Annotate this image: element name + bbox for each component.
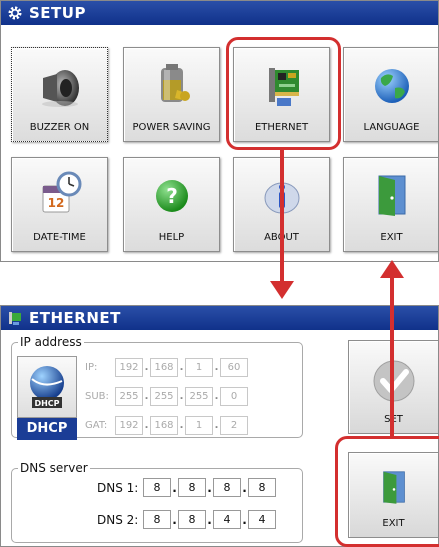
ip-label: IP: (85, 362, 98, 373)
subnet-row: SUB: 255. 255. 255. 0 (85, 387, 248, 406)
dns-group-label: DNS server (18, 461, 90, 475)
dhcp-button[interactable]: DHCP (17, 418, 77, 440)
down-arrow-shaft (280, 150, 284, 283)
buzzer-label: BUZZER ON (29, 122, 90, 133)
dhcp-icon-box: DHCP (17, 356, 77, 418)
help-button[interactable]: ? HELP (123, 157, 220, 252)
dns2-octet-4[interactable]: 4 (248, 510, 276, 529)
exit-label-setup: EXIT (380, 232, 403, 243)
setup-titlebar: SETUP (1, 1, 438, 25)
gat-label: GAT: (85, 420, 108, 431)
up-arrow-shaft (390, 277, 394, 436)
sub-octet-4[interactable]: 0 (220, 387, 248, 406)
ip-octet-2[interactable]: 168 (150, 358, 178, 377)
power-saving-label: POWER SAVING (132, 122, 211, 133)
up-arrow-head (380, 260, 404, 278)
battery-icon (160, 64, 190, 102)
language-button[interactable]: LANGUAGE (343, 47, 438, 142)
calendar-clock-icon: 12 (42, 171, 81, 213)
sub-octet-3[interactable]: 255 (185, 387, 213, 406)
sub-octet-1[interactable]: 255 (115, 387, 143, 406)
help-icon: ? (155, 180, 188, 212)
globe-icon (374, 69, 409, 103)
ip-octet-1[interactable]: 192 (115, 358, 143, 377)
dns2-octet-2[interactable]: 8 (178, 510, 206, 529)
gat-octet-3[interactable]: 1 (185, 416, 213, 435)
dns2-row: DNS 2: 8. 8. 4. 4 (97, 510, 276, 529)
dns1-octet-2[interactable]: 8 (178, 478, 206, 497)
ethernet-title: ETHERNET (29, 309, 121, 327)
dns1-octet-4[interactable]: 8 (248, 478, 276, 497)
gat-octet-4[interactable]: 2 (220, 416, 248, 435)
exit-button-setup[interactable]: EXIT (343, 157, 438, 252)
dns1-label: DNS 1: (97, 480, 139, 495)
gat-octet-1[interactable]: 192 (115, 416, 143, 435)
ethernet-highlight (226, 37, 341, 150)
power-saving-button[interactable]: POWER SAVING (123, 47, 220, 142)
date-time-label: DATE-TIME (33, 232, 86, 243)
dns2-octet-1[interactable]: 8 (143, 510, 171, 529)
down-arrow-head (270, 281, 294, 299)
gear-icon (8, 6, 22, 20)
dns1-octet-3[interactable]: 8 (213, 478, 241, 497)
globe-network-icon: DHCP (30, 366, 64, 408)
setup-title: SETUP (29, 4, 86, 22)
language-label: LANGUAGE (363, 122, 420, 133)
gateway-row: GAT: 192. 168. 1. 2 (85, 416, 248, 435)
dns1-octet-1[interactable]: 8 (143, 478, 171, 497)
speaker-icon (41, 70, 79, 107)
ip-group-label: IP address (18, 335, 84, 349)
dns2-octet-3[interactable]: 4 (213, 510, 241, 529)
network-card-icon (9, 312, 21, 325)
ip-octet-3[interactable]: 1 (185, 358, 213, 377)
checkmark-icon (373, 360, 415, 402)
help-label: HELP (158, 232, 185, 243)
ethernet-titlebar: ETHERNET (1, 306, 438, 330)
calendar-day: 12 (47, 196, 64, 210)
buzzer-button[interactable]: BUZZER ON (11, 47, 108, 142)
svg-text:?: ? (166, 184, 178, 208)
setup-window: SETUP BUZZER ON POWER SAVING ETHERNET LA… (0, 0, 439, 262)
ip-row: IP: 192. 168. 1. 60 (85, 358, 248, 377)
exit-highlight (335, 436, 439, 547)
dns2-label: DNS 2: (97, 512, 139, 527)
sub-octet-2[interactable]: 255 (150, 387, 178, 406)
dns1-row: DNS 1: 8. 8. 8. 8 (97, 478, 276, 497)
gat-octet-2[interactable]: 168 (150, 416, 178, 435)
dhcp-badge: DHCP (34, 399, 59, 408)
sub-label: SUB: (85, 391, 109, 402)
date-time-button[interactable]: 12 DATE-TIME (11, 157, 108, 252)
ip-octet-4[interactable]: 60 (220, 358, 248, 377)
door-icon (378, 175, 405, 216)
